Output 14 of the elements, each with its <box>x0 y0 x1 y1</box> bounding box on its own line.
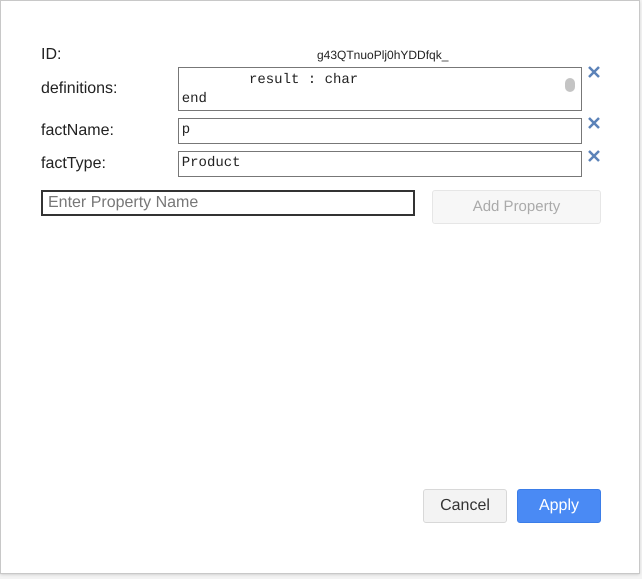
field-label: definitions: <box>41 79 118 99</box>
close-icon[interactable] <box>587 149 601 163</box>
field-label: factName: <box>41 121 115 141</box>
id-label: ID: <box>41 45 62 65</box>
close-icon[interactable] <box>587 65 601 79</box>
property-name-field[interactable]: Enter Property Name <box>41 190 415 216</box>
cancel-button[interactable]: Cancel <box>423 489 507 523</box>
text-field[interactable]: Product <box>178 151 582 177</box>
definitions-textarea[interactable]: result : char end <box>178 67 582 111</box>
field-label: factType: <box>41 154 107 174</box>
id-value: g43QTnuoPlj0hYDDfqk_ <box>317 47 448 64</box>
close-icon[interactable] <box>587 116 601 130</box>
scrollbar-thumb[interactable] <box>565 78 575 92</box>
text-field[interactable]: p <box>178 118 582 144</box>
